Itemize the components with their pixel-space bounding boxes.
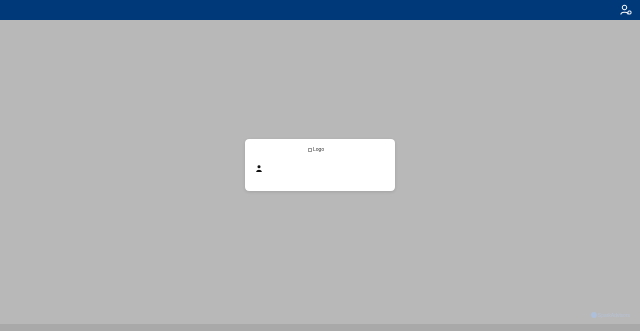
- top-navigation-bar: [0, 0, 640, 20]
- username-input[interactable]: [265, 163, 385, 173]
- watermark: SparkAdvisors: [590, 312, 630, 320]
- user-settings-icon[interactable]: [620, 4, 632, 16]
- watermark-text: SparkAdvisors: [597, 313, 630, 319]
- sparkadvisors-logo-icon: [590, 312, 597, 318]
- logo-alt-text: Logo: [313, 147, 325, 153]
- login-dialog: Logo: [245, 139, 395, 191]
- broken-image-icon: [308, 147, 312, 152]
- bottom-scrollbar-strip: [0, 324, 640, 331]
- page: { "header": { "background_color": "#0039…: [0, 0, 640, 331]
- logo-image: Logo: [308, 147, 324, 153]
- user-icon: [256, 165, 262, 172]
